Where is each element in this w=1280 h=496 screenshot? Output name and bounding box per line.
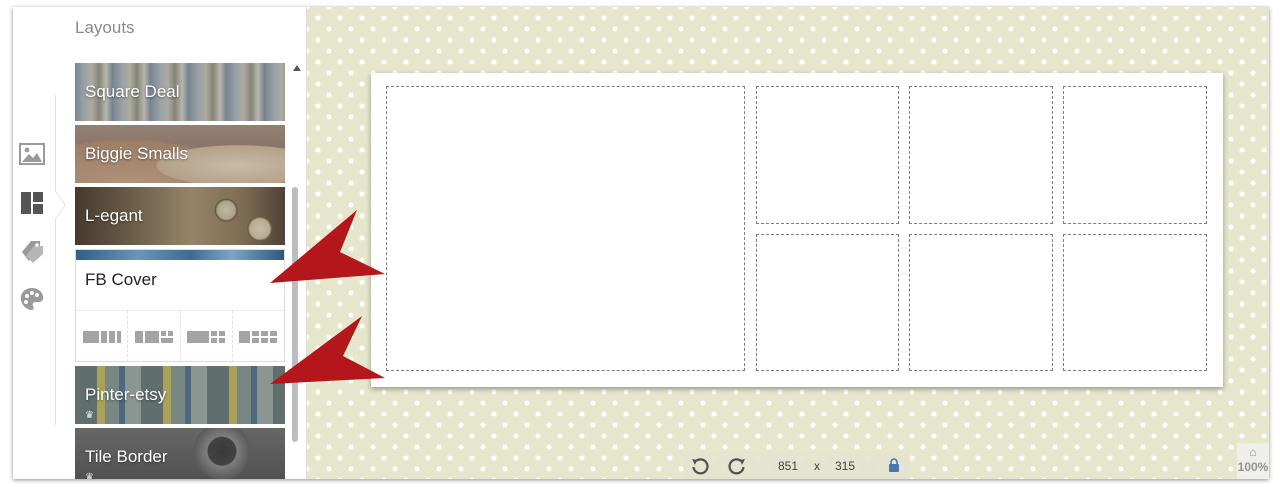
photo-slot-large[interactable] <box>386 86 745 371</box>
canvas-width-value[interactable]: 851 <box>778 459 798 473</box>
layout-tile-l-egant[interactable]: L-egant <box>75 187 285 245</box>
premium-crown-icon: ♛ <box>85 472 94 479</box>
active-tab-pointer <box>55 190 66 220</box>
photo-slot[interactable] <box>1063 234 1207 371</box>
tool-rail <box>13 7 55 479</box>
layout-list: Square Deal Biggie Smalls L-egant FB Cov… <box>75 63 285 479</box>
zoom-control[interactable]: ⌂ 100% <box>1237 443 1269 479</box>
zoom-expand-icon: ⌂ <box>1249 445 1257 459</box>
layout-tile-label: Pinter-etsy <box>85 385 167 404</box>
layout-variant-3[interactable] <box>181 311 233 361</box>
layout-tile-square-deal[interactable]: Square Deal <box>75 63 285 121</box>
tag-icon[interactable] <box>18 237 46 265</box>
layout-tile-label: Square Deal <box>85 82 180 101</box>
scrollbar-thumb[interactable] <box>292 187 298 442</box>
scroll-up-arrow[interactable] <box>293 65 301 71</box>
photo-slot[interactable] <box>909 234 1053 371</box>
palette-icon[interactable] <box>18 285 46 313</box>
lock-icon[interactable] <box>888 458 900 475</box>
layout-variant-4[interactable] <box>233 311 284 361</box>
canvas-height-value[interactable]: 315 <box>835 459 855 473</box>
panel-title: Layouts <box>75 18 135 37</box>
layout-variant-row <box>76 310 284 361</box>
zoom-level: 100% <box>1237 460 1269 474</box>
photo-slot[interactable] <box>1063 86 1207 224</box>
photo-slot[interactable] <box>756 86 899 224</box>
layout-tile-label: L-egant <box>85 206 143 225</box>
canvas-toolbar: 851 x 315 <box>684 453 910 479</box>
layout-variant-2[interactable] <box>128 311 181 361</box>
undo-icon[interactable] <box>690 456 710 479</box>
image-icon[interactable] <box>18 140 46 168</box>
layout-variant-1[interactable] <box>76 311 129 361</box>
layout-tile-thumbnail <box>76 250 284 260</box>
layout-tile-biggie-smalls[interactable]: Biggie Smalls <box>75 125 285 183</box>
layout-tile-fb-cover[interactable]: FB Cover <box>75 249 285 362</box>
layout-tile-label: Biggie Smalls <box>85 144 188 163</box>
app-window: Layouts Square Deal Biggie Smalls L-egan… <box>13 7 1269 479</box>
layouts-panel: Layouts Square Deal Biggie Smalls L-egan… <box>75 7 303 479</box>
layout-tile-pinter-etsy[interactable]: Pinter-etsy ♛ <box>75 366 285 424</box>
photo-slot[interactable] <box>909 86 1053 224</box>
design-canvas[interactable]: 851 x 315 ⌂ 100% <box>306 7 1269 479</box>
premium-crown-icon: ♛ <box>85 410 94 421</box>
layout-icon[interactable] <box>18 189 46 217</box>
layout-tile-label: FB Cover <box>85 270 157 289</box>
fb-cover-artboard <box>371 73 1223 387</box>
layout-tile-tile-border[interactable]: Tile Border ♛ <box>75 428 285 479</box>
layout-tile-label: Tile Border <box>85 447 168 466</box>
redo-icon[interactable] <box>727 456 747 479</box>
rail-divider <box>55 95 56 425</box>
dimension-separator: x <box>814 459 820 473</box>
photo-slot[interactable] <box>756 234 899 371</box>
